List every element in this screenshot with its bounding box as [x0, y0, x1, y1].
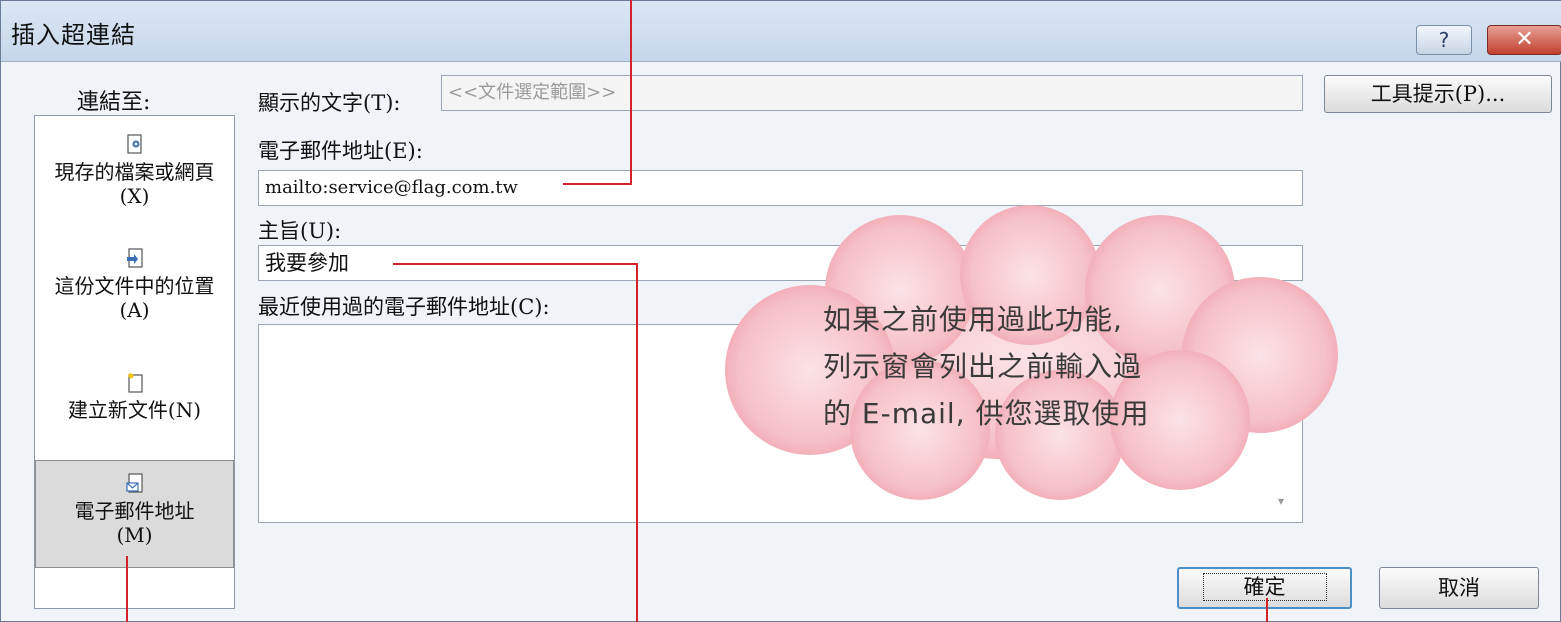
- annotation-line: 如果之前使用過此功能,: [823, 303, 1123, 336]
- ok-button-label: 確定: [1202, 573, 1327, 601]
- annotation-line: 列示窗會列出之前輸入過: [823, 350, 1143, 383]
- callout-line: [393, 263, 638, 265]
- sidebar-item-label: 這份文件中的位置(A): [54, 274, 215, 322]
- display-text-label: 顯示的文字(T):: [258, 91, 401, 115]
- screentip-button[interactable]: 工具提示(P)...: [1324, 75, 1552, 113]
- sidebar-item-new-document[interactable]: 建立新文件(N): [35, 372, 234, 422]
- sidebar-item-label: 現存的檔案或網頁(X): [54, 160, 215, 208]
- callout-line: [1266, 598, 1268, 622]
- email-address-icon: [125, 473, 143, 493]
- help-button[interactable]: ?: [1416, 25, 1472, 55]
- sidebar-item-email-address[interactable]: 電子郵件地址(M): [35, 460, 234, 568]
- email-address-field[interactable]: mailto:service@flag.com.tw: [258, 170, 1303, 206]
- close-button[interactable]: ✕: [1487, 25, 1561, 55]
- display-text-field[interactable]: <<文件選定範圍>>: [441, 75, 1303, 111]
- sidebar-item-label: 建立新文件(N): [67, 398, 202, 422]
- link-to-sidebar: 現存的檔案或網頁(X) 這份文件中的位置(A) 建立新文件(N) 電子郵件地址(…: [34, 115, 235, 609]
- recent-addresses-label: 最近使用過的電子郵件地址(C):: [258, 295, 550, 319]
- callout-line: [126, 556, 128, 622]
- callout-line: [563, 183, 632, 185]
- new-document-icon: [127, 373, 143, 393]
- place-in-document-icon: [126, 248, 143, 268]
- sidebar-item-existing-file[interactable]: 現存的檔案或網頁(X): [35, 134, 234, 208]
- title-bar[interactable]: 插入超連結 ? ✕: [1, 1, 1561, 62]
- existing-file-icon: [126, 134, 142, 154]
- dialog-title: 插入超連結: [11, 21, 136, 49]
- callout-line: [636, 263, 638, 622]
- link-to-label: 連結至:: [77, 90, 151, 115]
- email-address-label: 電子郵件地址(E):: [258, 139, 423, 163]
- annotation-line: 的 E-mail, 供您選取使用: [823, 397, 1150, 430]
- cancel-button[interactable]: 取消: [1379, 567, 1539, 609]
- sidebar-item-label: 電子郵件地址(M): [74, 499, 195, 547]
- ok-button[interactable]: 確定: [1177, 567, 1352, 609]
- subject-label: 主旨(U):: [258, 219, 342, 243]
- annotation-text: 如果之前使用過此功能, 列示窗會列出之前輸入過 的 E-mail, 供您選取使用: [823, 296, 1150, 437]
- sidebar-item-place-in-document[interactable]: 這份文件中的位置(A): [35, 248, 234, 322]
- callout-line: [630, 0, 632, 184]
